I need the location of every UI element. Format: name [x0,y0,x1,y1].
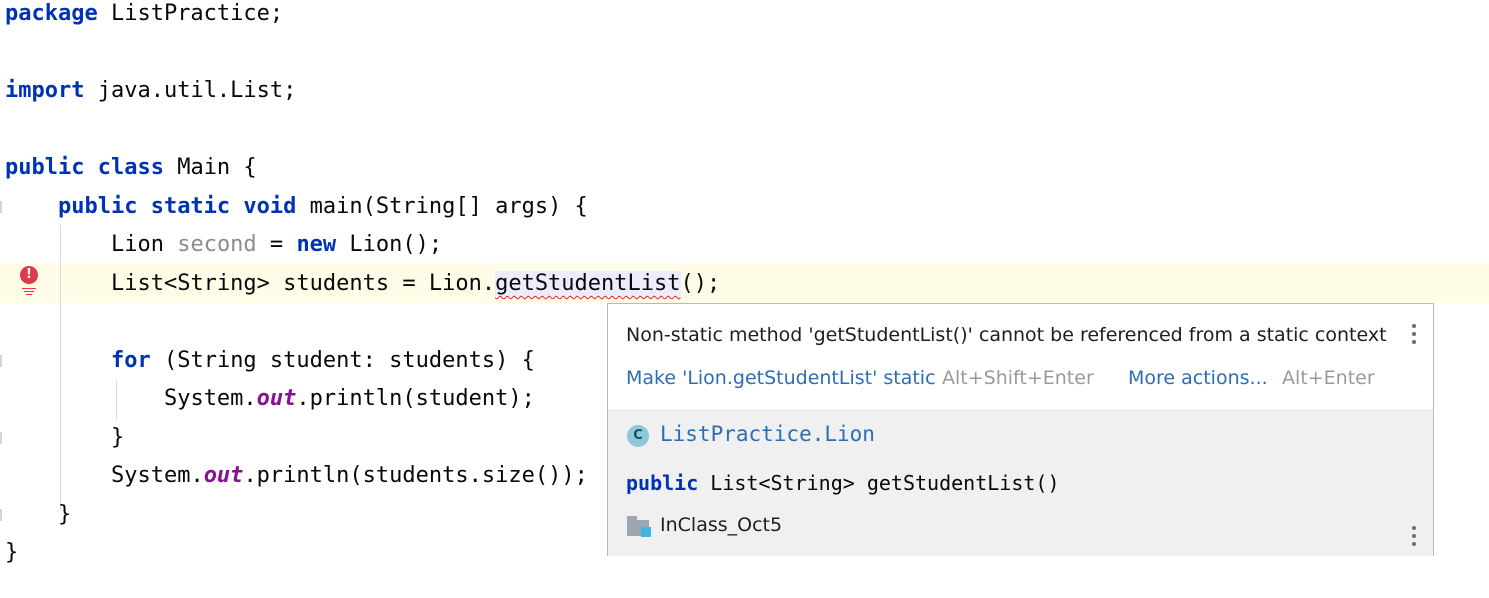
code-text: main(String[] args) { [296,194,588,219]
method-signature: public List<String> getStudentList() [626,471,1060,495]
make-static-action[interactable]: Make 'Lion.getStudentList' static [626,367,936,389]
keyword: public class [5,155,164,180]
class-link[interactable]: ListPractice.Lion [660,422,875,446]
error-tooltip-popup: Non-static method 'getStudentList()' can… [607,303,1434,556]
code-text: java.util.List; [84,78,297,103]
keyword: public [626,471,699,495]
more-options-icon[interactable] [1412,324,1417,348]
code-text: Lion(); [336,232,443,257]
code-line: import java.util.List; [5,72,296,110]
quick-documentation: C ListPractice.Lion public List<String> … [608,410,1433,556]
module-folder-icon [627,516,653,538]
fix-shortcut: Alt+Shift+Enter [942,367,1094,389]
code-line: System.out.println(students.size()); [5,457,588,495]
code-text: .println(student); [296,386,535,411]
code-line: List<String> students = Lion.getStudentL… [5,265,720,303]
unused-variable: second [177,232,257,257]
error-method-call[interactable]: getStudentList [495,271,681,296]
code-text: } [57,502,72,527]
keyword: import [5,78,85,103]
code-line: public static void main(String[] args) { [5,188,588,226]
code-line: } [5,496,71,534]
code-line: package ListPractice; [5,0,283,33]
code-line: } [5,419,124,457]
code-text: ListPractice; [97,1,284,26]
code-text: } [5,540,19,565]
more-actions-shortcut: Alt+Enter [1282,367,1375,389]
code-text: .println(students.size()); [243,463,588,488]
code-line: for (String student: students) { [5,342,535,380]
class-icon: C [627,425,649,447]
code-text: (String student: students) { [150,348,535,373]
keyword: for [110,348,151,373]
module-name: InClass_Oct5 [660,514,783,536]
static-field: out [203,463,244,488]
static-field: out [256,386,297,411]
fold-marker[interactable] [0,509,2,521]
fold-marker[interactable] [0,201,2,213]
code-text: Lion [110,232,178,257]
keyword: public static void [57,194,297,219]
code-text: Main { [163,155,257,180]
code-text: (); [680,271,721,296]
code-line: } [5,534,18,572]
fold-marker[interactable] [0,432,2,444]
code-line: System.out.println(student); [5,380,535,418]
fold-marker[interactable] [0,355,2,367]
code-text: System. [110,463,204,488]
code-line: Lion second = new Lion(); [110,232,443,257]
code-editor[interactable]: ! package ListPractice; import java.util… [0,0,1489,598]
keyword: package [5,1,98,26]
error-message: Non-static method 'getStudentList()' can… [626,324,1387,346]
more-actions-link[interactable]: More actions... [1128,367,1268,389]
code-text: } [110,425,125,450]
keyword: new [296,232,337,257]
code-text: System. [163,386,257,411]
code-text: List<String> students = Lion. [110,271,496,296]
doc-more-options-icon[interactable] [1412,526,1417,550]
code-line: public class Main { [5,149,257,187]
